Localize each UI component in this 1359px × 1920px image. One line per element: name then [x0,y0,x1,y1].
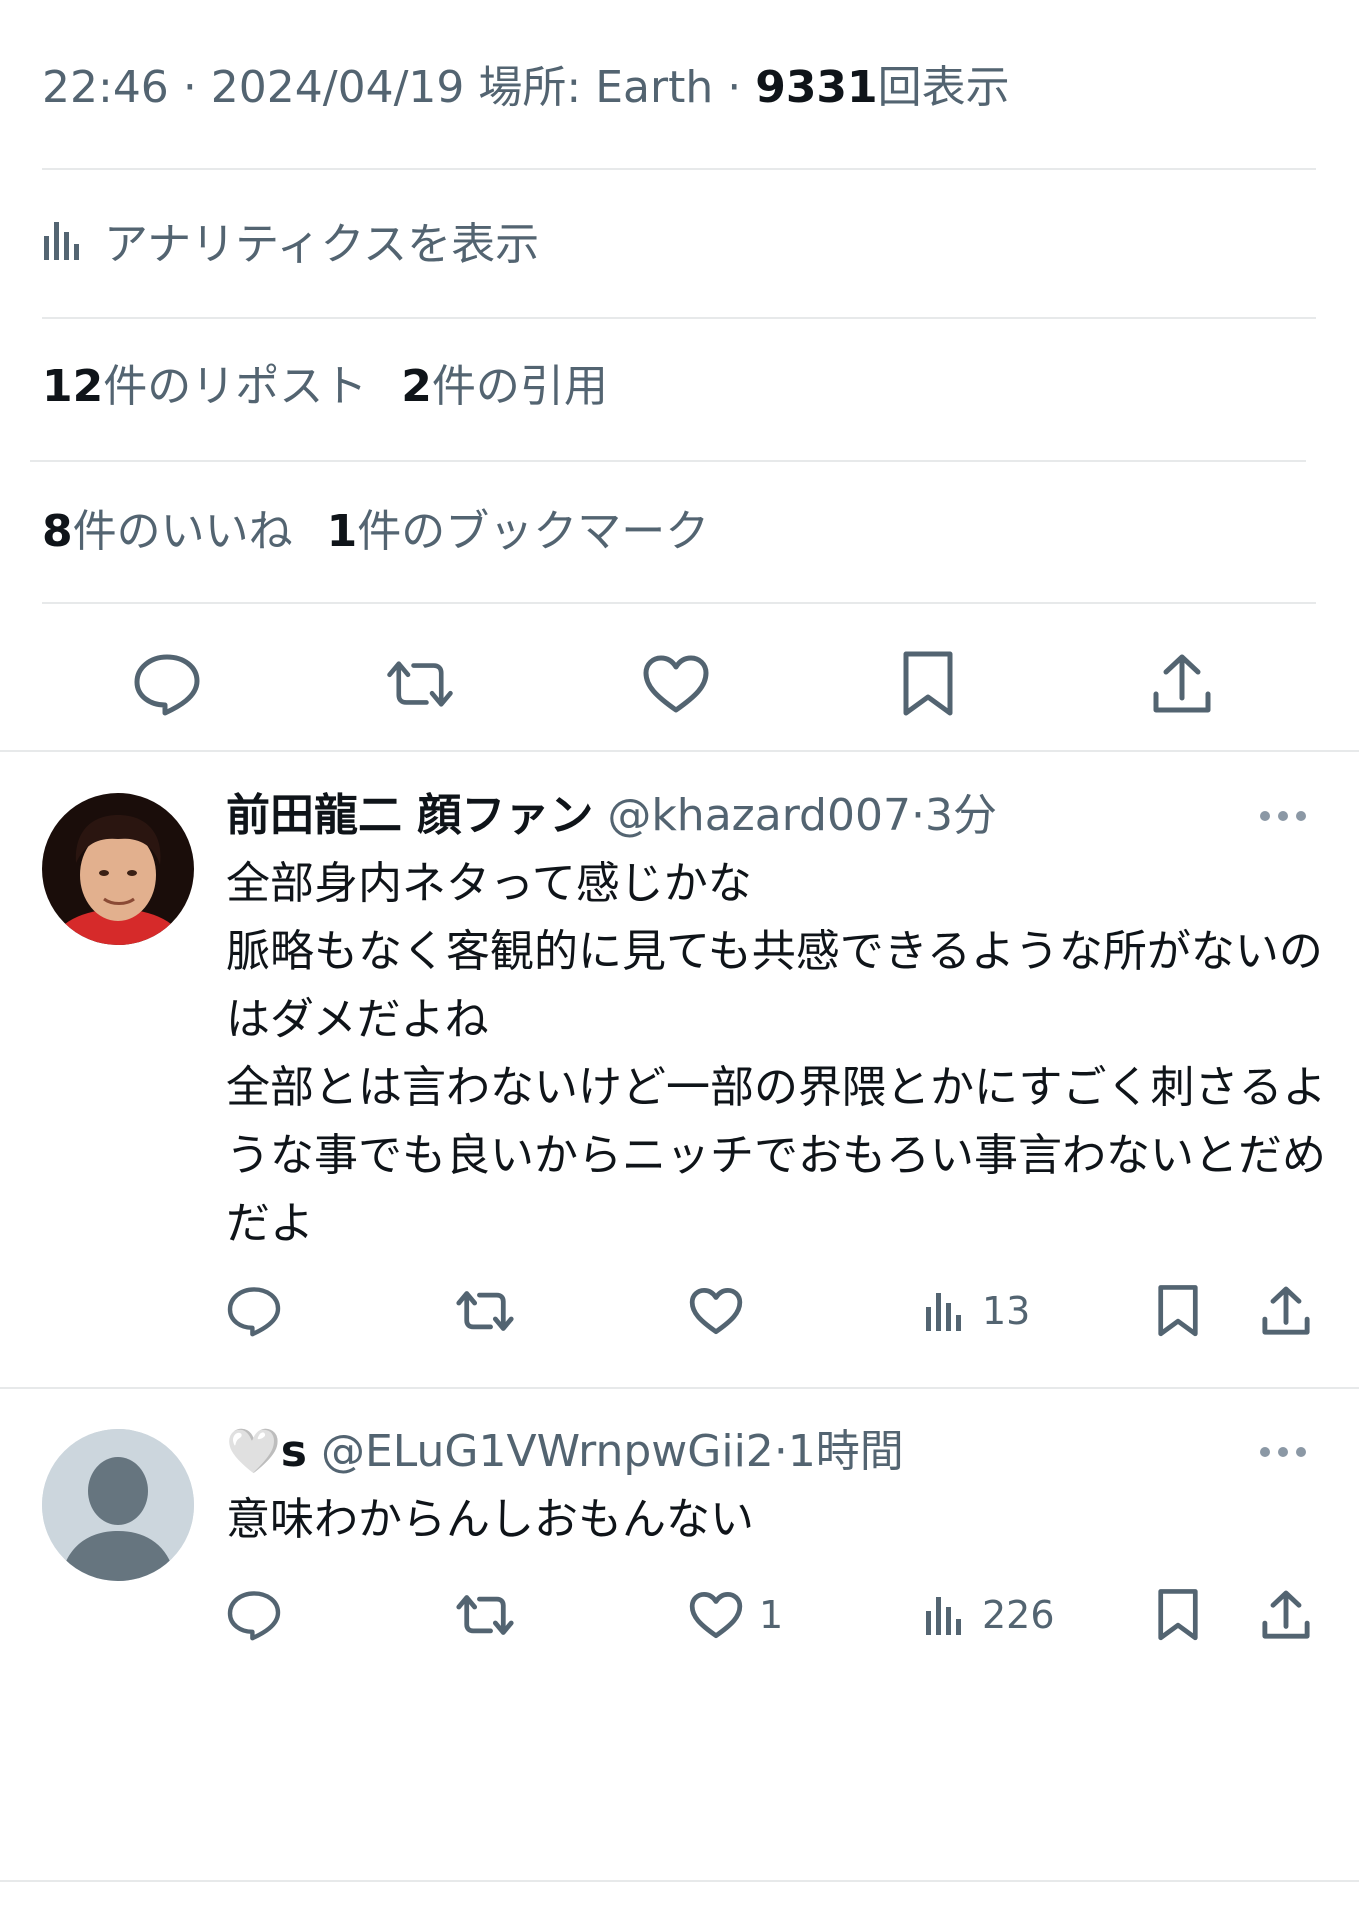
bookmark-button[interactable] [1156,1276,1200,1346]
divider [42,168,1316,170]
share-button[interactable] [1146,648,1218,720]
more-options-icon[interactable] [1258,808,1308,824]
reply-button[interactable] [226,1580,282,1650]
bookmark-icon [903,651,953,716]
likes-label: 件のいいね [72,506,293,557]
avatar[interactable] [42,793,194,945]
analytics-icon [44,222,79,260]
heart-icon [689,1591,743,1639]
likes-link[interactable]: 8件のいいね [42,506,293,557]
view-analytics-link[interactable]: アナリティクスを表示 [42,208,539,272]
bookmark-button[interactable] [1156,1580,1200,1650]
reply-text: 全部身内ネタって感じかな 脈略もなく客観的に見ても共感できるような所がないのはダ… [226,858,1327,1249]
bookmarks-link: 1件のブックマーク [327,506,710,557]
heart-icon [689,1287,743,1335]
bookmarks-label: 件のブックマーク [357,506,710,557]
timestamp[interactable]: 1時間 [788,1426,904,1477]
like-count: 1 [759,1593,784,1637]
display-name[interactable]: s [281,1426,307,1477]
handle[interactable]: @khazard007 [607,790,911,841]
reposts-count: 12 [42,361,104,412]
divider [30,460,1306,462]
likes-count: 8 [42,506,73,557]
reply-header: 🤍s @ELuG1VWrnpwGii2·1時間 [226,1422,904,1482]
reply-icon [227,1287,281,1337]
reply-button[interactable] [226,1276,282,1346]
share-button[interactable] [1260,1580,1312,1650]
quotes-label: 件の引用 [431,361,608,412]
avatar[interactable] [42,1429,194,1581]
display-name[interactable]: 前田龍二 顔ファン [226,790,593,841]
tweet-time[interactable]: 22:46 [42,62,169,113]
repost-quote-stats: 12件のリポスト 2件の引用 [42,357,608,417]
divider [0,1387,1359,1389]
share-icon [1262,1286,1310,1335]
reply-icon [134,654,200,716]
repost-button[interactable] [384,648,456,720]
bookmark-button[interactable] [892,648,964,720]
tweet-date[interactable]: 2024/04/19 [211,62,465,113]
divider [0,1880,1359,1882]
reply-action-bar: 13 [0,1276,1359,1346]
quotes-link[interactable]: 2件の引用 [401,361,608,412]
like-button[interactable] [640,648,712,720]
divider [42,317,1316,319]
separator: · [910,790,925,841]
default-avatar-icon [42,1429,194,1581]
separator: · [773,1426,788,1477]
tweet-action-bar [0,632,1359,732]
more-options-icon[interactable] [1258,1444,1308,1460]
views-count: 9331 [755,62,878,113]
analytics-icon [926,1597,961,1635]
like-button[interactable] [689,1276,759,1346]
divider [0,750,1359,752]
reply-action-bar: 1 226 [0,1580,1359,1650]
handle[interactable]: @ELuG1VWrnpwGii2 [321,1426,774,1477]
bookmark-icon [1158,1589,1198,1641]
share-icon [1262,1590,1310,1639]
share-button[interactable] [1260,1276,1312,1346]
reposts-label: 件のリポスト [103,361,368,412]
reposts-link[interactable]: 12件のリポスト [42,361,367,412]
reply-button[interactable] [131,648,203,720]
views-button[interactable]: 13 [922,1276,1030,1346]
repost-button[interactable] [454,1580,516,1650]
share-icon [1153,654,1211,713]
heart-emoji: 🤍 [226,1426,281,1477]
reply-header: 前田龍二 顔ファン @khazard007·3分 [226,786,997,846]
avatar-photo [42,793,194,945]
views-count: 13 [982,1289,1031,1333]
repost-icon [456,1595,514,1635]
tweet-meta: 22:46 · 2024/04/19 場所: Earth · 9331回表示 [42,62,1010,113]
views-count: 226 [982,1593,1055,1637]
bookmarks-count: 1 [326,506,358,557]
like-bookmark-stats: 8件のいいね 1件のブックマーク [42,502,709,562]
quotes-count: 2 [401,361,432,412]
repost-icon [387,661,453,707]
views-button[interactable]: 226 [922,1580,1055,1650]
reply-text: 意味わからんしおもんない [226,1494,754,1545]
heart-icon [643,655,709,713]
repost-button[interactable] [454,1276,516,1346]
like-button[interactable]: 1 [689,1580,783,1650]
timestamp[interactable]: 3分 [925,790,997,841]
reply-icon [227,1591,281,1641]
analytics-label: アナリティクスを表示 [104,219,540,270]
repost-icon [456,1291,514,1331]
bookmark-icon [1158,1285,1198,1337]
analytics-icon [926,1293,961,1331]
views-label: 回表示 [877,62,1010,113]
tweet-location: 場所: Earth [478,62,714,113]
divider [42,602,1316,604]
